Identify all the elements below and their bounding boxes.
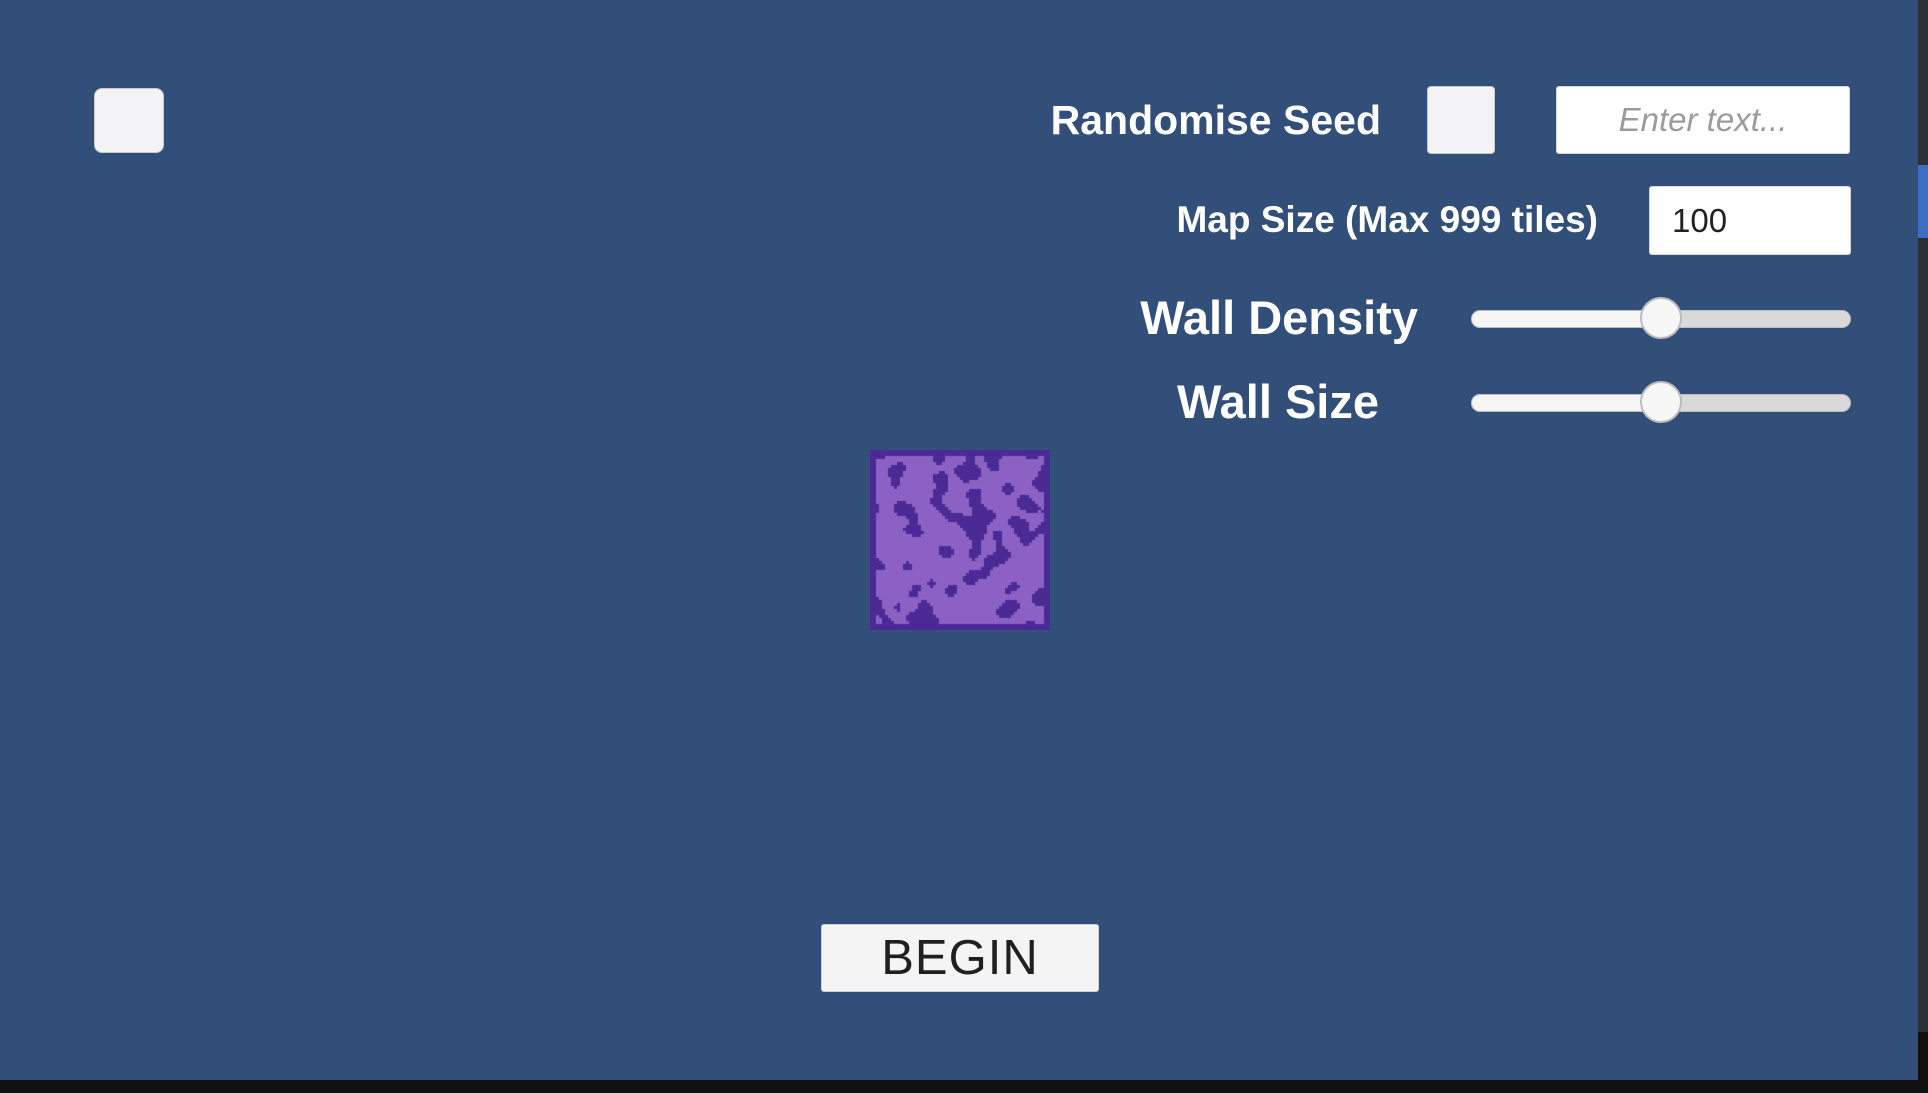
corner-toggle-button[interactable] (94, 88, 164, 153)
wall-density-slider[interactable] (1471, 297, 1851, 341)
side-scrollbar (1918, 0, 1928, 1080)
scrollbar-end (1918, 1032, 1928, 1080)
map-preview (870, 450, 1050, 630)
begin-button[interactable]: BEGIN (821, 924, 1099, 992)
slider-fill (1471, 310, 1661, 328)
map-size-input[interactable] (1649, 186, 1851, 255)
slider-fill (1471, 394, 1661, 412)
wall-size-label: Wall Size (1177, 375, 1379, 428)
wall-size-slider[interactable] (1471, 381, 1851, 425)
slider-handle[interactable] (1640, 381, 1682, 423)
bottom-bar (0, 1080, 1928, 1093)
map-size-label: Map Size (Max 999 tiles) (1176, 199, 1598, 240)
game-scene: Randomise Seed Map Size (Max 999 tiles) … (0, 0, 1918, 1080)
scrollbar-thumb[interactable] (1918, 165, 1928, 238)
wall-density-label: Wall Density (1140, 291, 1418, 344)
seed-input[interactable] (1556, 86, 1850, 154)
randomise-seed-toggle[interactable] (1427, 86, 1495, 154)
slider-handle[interactable] (1640, 297, 1682, 339)
randomise-seed-label: Randomise Seed (1050, 97, 1381, 143)
